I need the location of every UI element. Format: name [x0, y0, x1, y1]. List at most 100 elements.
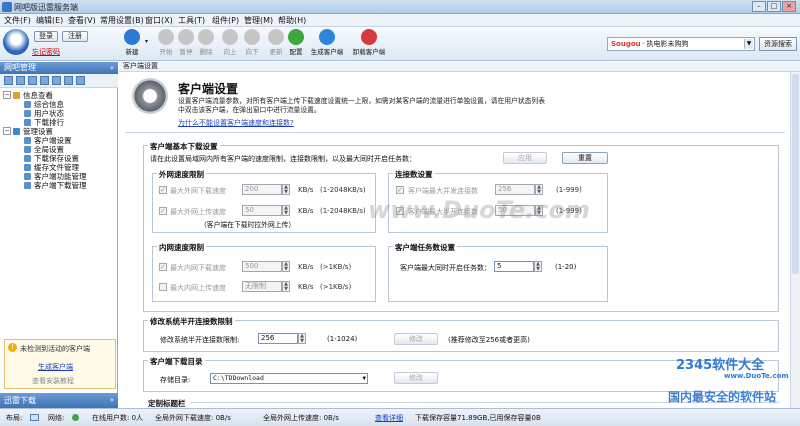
menu-plugins[interactable]: 组件(P) — [212, 15, 239, 26]
status-bar: 布局: 网络: 在线用户数: 0人 全局外网下载速度: 0B/s 全局外网上传速… — [0, 408, 800, 426]
thunder-download-tab[interactable]: 迅雷下载 » — [0, 393, 118, 408]
lan-upload-checkbox[interactable]: ✓ — [159, 283, 167, 291]
basic-settings-desc: 请在此设置局域网内所有客户端的速度限制，连接数限制，以及最大同时开启任务数： — [150, 155, 416, 163]
chevron-down-icon[interactable]: ▼ — [362, 374, 366, 383]
max-conn-checkbox[interactable]: ✓ — [396, 186, 404, 194]
basic-settings-legend: 客户端基本下载设置 — [148, 141, 220, 152]
slogan-watermark: 国内最安全的软件站 — [668, 390, 777, 404]
lan-download-checkbox[interactable]: ✓ — [159, 263, 167, 271]
max-tasks-spinner[interactable]: ▲ ▼ — [534, 261, 542, 272]
wan-download-spinner[interactable]: ▲ ▼ — [282, 184, 290, 195]
lan-upload-input[interactable]: 无限制 — [242, 281, 282, 292]
connection-legend: 连接数设置 — [393, 169, 435, 180]
settings-icon[interactable] — [52, 76, 61, 85]
wan-download-checkbox[interactable]: ✓ — [159, 186, 167, 194]
generate-client-button[interactable]: 生成客户端 — [307, 28, 347, 60]
layout-icon[interactable] — [30, 414, 39, 421]
reset-button[interactable]: 重置 — [562, 152, 608, 164]
lan-download-spinner[interactable]: ▲ ▼ — [282, 261, 290, 272]
menu-edit[interactable]: 编辑(E) — [36, 15, 63, 26]
expand-icon[interactable]: » — [110, 393, 114, 408]
chart-icon[interactable] — [64, 76, 73, 85]
login-button[interactable]: 登录 — [34, 31, 58, 42]
menu-bar: 文件(F) 编辑(E) 查看(V) 常用设置(B) 窗口(X) 工具(T) 组件… — [0, 14, 800, 27]
wan-upload-input[interactable]: 50 — [242, 205, 282, 216]
menu-help[interactable]: 帮助(H) — [278, 15, 306, 26]
tcp-legend: 修改系统半开连接数限制 — [148, 316, 235, 327]
view-details-link[interactable]: 查看详细 — [375, 413, 403, 423]
tree-node-icon — [24, 137, 31, 144]
uninstall-client-button[interactable]: 卸载客户端 — [349, 28, 389, 60]
chevron-down-icon[interactable]: ▼ — [744, 39, 753, 49]
maximize-button[interactable]: □ — [767, 1, 781, 12]
dir-modify-button[interactable]: 修改 — [394, 372, 438, 384]
menu-window[interactable]: 窗口(X) — [145, 15, 173, 26]
expander-icon[interactable]: − — [3, 127, 11, 135]
wan-upload-checkbox[interactable]: ✓ — [159, 207, 167, 215]
list-icon[interactable] — [16, 76, 25, 85]
help-link[interactable]: 为什么不能设置客户端速度和连接数? — [178, 118, 294, 128]
menu-file[interactable]: 文件(F) — [4, 15, 31, 26]
lan-speed-group — [152, 246, 376, 302]
tcp-modify-button[interactable]: 修改 — [394, 333, 438, 345]
menu-manage[interactable]: 管理(M) — [244, 15, 273, 26]
refresh-icon[interactable] — [4, 76, 13, 85]
user-icon[interactable] — [28, 76, 37, 85]
resource-search-button[interactable]: 资源搜索 — [759, 37, 797, 51]
folder-icon[interactable] — [40, 76, 49, 85]
lan-upload-label: 最大内网上传速度 — [170, 284, 226, 292]
menu-common-settings[interactable]: 常用设置(B) — [100, 15, 144, 26]
collapse-icon[interactable]: « — [110, 62, 114, 74]
max-tasks-range: (1-20) — [555, 263, 577, 271]
layout-label: 布局: — [6, 414, 23, 422]
tcp-input[interactable]: 256 — [258, 333, 298, 344]
lan-upload-spinner[interactable]: ▲ ▼ — [282, 281, 290, 292]
wan-download-unit: KB/s — [298, 186, 314, 194]
config-icon — [288, 29, 304, 45]
lan-download-input[interactable]: 500 — [242, 261, 282, 272]
tcp-spinner[interactable]: ▲ ▼ — [298, 333, 306, 344]
expander-icon[interactable]: − — [3, 91, 11, 99]
max-conn-spinner[interactable]: ▲ ▼ — [535, 184, 543, 195]
app-icon — [2, 2, 12, 12]
menu-tools[interactable]: 工具(T) — [178, 15, 205, 26]
tree-node-icon — [24, 164, 31, 171]
help-icon[interactable] — [76, 76, 85, 85]
max-tasks-input[interactable]: 5 — [494, 261, 534, 272]
scrollbar-thumb[interactable] — [792, 74, 799, 274]
download-dir-select[interactable]: C:\TDDownload ▼ — [210, 373, 368, 384]
tree-node-icon — [24, 173, 31, 180]
menu-view[interactable]: 查看(V) — [68, 15, 96, 26]
tcp-label: 修改系统半开连接数限制: — [160, 336, 240, 344]
manage-folder-icon — [13, 128, 20, 135]
tree-item-client-downloads[interactable]: 客户端下载管理 — [34, 180, 87, 191]
arrow-up-icon — [222, 29, 238, 45]
delete-icon — [198, 29, 214, 45]
apply-button[interactable]: 应用 — [503, 152, 547, 164]
tasks-legend: 客户端任务数设置 — [393, 242, 457, 253]
max-conn-input[interactable]: 256 — [495, 184, 535, 195]
close-button[interactable]: × — [782, 1, 796, 12]
warning-icon: ! — [8, 343, 17, 352]
lan-download-label: 最大内网下载速度 — [170, 264, 226, 272]
new-task-button[interactable]: 新建 — [118, 28, 146, 60]
config-button[interactable]: 配置 — [282, 28, 310, 60]
wan-upload-spinner[interactable]: ▲ ▼ — [282, 205, 290, 216]
info-folder-icon — [13, 92, 20, 99]
resource-search-input[interactable]: Sougou · 执电影未购狗 ▼ — [607, 37, 755, 51]
forgot-password-link[interactable]: 忘记密码 — [32, 47, 60, 57]
wan-note: （客户端在下载时拉外网上传） — [200, 221, 296, 229]
thunder-logo — [3, 29, 29, 55]
cache-capacity: 下载保存容量71.89GB,已用保存容量0B — [415, 414, 541, 422]
install-guide-link[interactable]: 查看安装教程 — [32, 376, 74, 386]
brand-watermark: 2345软件大全 — [676, 358, 765, 373]
generate-client-link[interactable]: 生成客户端 — [38, 362, 73, 372]
new-dropdown-icon[interactable]: ▾ — [145, 38, 148, 45]
vertical-scrollbar[interactable] — [790, 72, 800, 408]
online-users: 在线用户数: 0人 — [92, 414, 144, 422]
minimize-button[interactable]: – — [752, 1, 766, 12]
lan-download-unit: KB/s — [298, 263, 314, 271]
wan-upload-unit: KB/s — [298, 207, 314, 215]
register-button[interactable]: 注册 — [62, 31, 88, 42]
wan-download-input[interactable]: 200 — [242, 184, 282, 195]
